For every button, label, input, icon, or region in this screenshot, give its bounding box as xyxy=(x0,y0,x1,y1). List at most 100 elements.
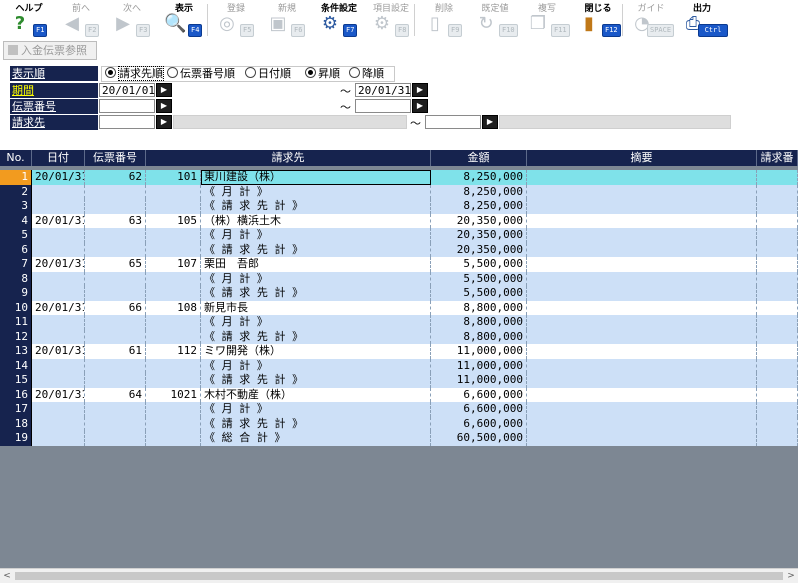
header-col-invoice[interactable]: 請求番 xyxy=(757,150,798,166)
cell-invoice xyxy=(757,213,798,228)
table-row[interactable]: 10 20/01/31 66 108 新見市長 8,800,000 xyxy=(0,300,798,315)
ascending-radio[interactable]: 昇順 xyxy=(305,67,340,81)
client-to-dropdown[interactable]: ▶ xyxy=(482,115,498,129)
table-row[interactable]: 9 《 請 求 先 計 》 5,500,000 xyxy=(0,286,798,301)
deposit-slip-view-label: 入金伝票参照 xyxy=(21,44,87,57)
header-col-memo[interactable]: 摘要 xyxy=(527,150,757,166)
toolbar-button-f7[interactable]: 条件設定 ⚙ F7 xyxy=(313,0,365,40)
table-row[interactable]: 17 《 月 計 》 6,600,000 xyxy=(0,402,798,417)
toolbar-button-f10[interactable]: 既定値 ↻ F10 xyxy=(469,0,521,40)
cell-client-code: 105 xyxy=(146,213,201,228)
sort-by-client-label: 請求先順 xyxy=(118,66,164,81)
cell-date xyxy=(32,329,85,344)
slip-to-input[interactable] xyxy=(355,99,411,113)
close-door-icon: ▮ xyxy=(584,13,594,34)
sort-options: 請求先順 伝票番号順 日付順 昇順 降順 xyxy=(101,66,395,82)
cell-date xyxy=(32,358,85,373)
cell-client-code: 108 xyxy=(146,300,201,315)
cell-date xyxy=(32,242,85,257)
table-row[interactable]: 16 20/01/31 64 1021 木村不動産（株） 6,600,000 xyxy=(0,387,798,402)
toolbar-button-f11[interactable]: 複写 ❐ F11 xyxy=(521,0,573,40)
toolbar-button-f4[interactable]: 表示 🔍 F4 xyxy=(158,0,210,40)
cell-date xyxy=(32,184,85,199)
cell-client-code xyxy=(146,358,201,373)
table-row[interactable]: 13 20/01/31 61 112 ミワ開発（株） 11,000,000 xyxy=(0,344,798,359)
slip-from-dropdown[interactable]: ▶ xyxy=(156,99,172,113)
sort-by-date-label: 日付順 xyxy=(258,67,291,80)
toolbar-button-f9[interactable]: 削除 ▯ F9 xyxy=(418,0,470,40)
sort-by-slip-radio[interactable]: 伝票番号順 xyxy=(167,67,235,81)
toolbar-button-ctrl-p[interactable]: 出力⎙Ctrl P xyxy=(676,0,728,45)
toolbar-button-space[interactable]: ガイド ◔ SPACE xyxy=(625,0,677,40)
client-to-input[interactable] xyxy=(425,115,481,129)
sort-by-client-radio[interactable]: 請求先順 xyxy=(105,66,164,81)
cell-amount: 8,800,000 xyxy=(431,315,527,330)
cell-slip-number xyxy=(85,228,146,243)
table-row[interactable]: 18 《 請 求 先 計 》 6,600,000 xyxy=(0,416,798,431)
client-from-input[interactable] xyxy=(99,115,155,129)
table-row[interactable]: 4 20/01/31 63 105 （株）横浜土木 20,350,000 xyxy=(0,213,798,228)
function-key-badge: F4 xyxy=(188,24,203,37)
table-row[interactable]: 19 《 総 合 計 》 60,500,000 xyxy=(0,431,798,446)
period-to-input[interactable]: 20/01/31 xyxy=(355,83,411,97)
table-row[interactable]: 8 《 月 計 》 5,500,000 xyxy=(0,271,798,286)
toolbar-button-f6[interactable]: 新規 ▣ F6 xyxy=(261,0,313,40)
trash-icon: ▯ xyxy=(430,13,440,34)
row-number: 17 xyxy=(0,402,32,417)
sort-by-slip-label: 伝票番号順 xyxy=(180,67,235,80)
toolbar-button-f3[interactable]: 次へ ▶ F3 xyxy=(106,0,158,40)
table-row[interactable]: 3 《 請 求 先 計 》 8,250,000 xyxy=(0,199,798,214)
toolbar-button-f8[interactable]: 項目設定 ⚙ F8 xyxy=(365,0,417,40)
table-row[interactable]: 5 《 月 計 》 20,350,000 xyxy=(0,228,798,243)
period-from-input[interactable]: 20/01/01 xyxy=(99,83,155,97)
table-row[interactable]: 15 《 請 求 先 計 》 11,000,000 xyxy=(0,373,798,388)
toolbar-button-f12[interactable]: 閉じる ▮ F12 xyxy=(572,0,624,40)
radio-empty-icon xyxy=(167,67,178,78)
slip-to-dropdown[interactable]: ▶ xyxy=(412,99,428,113)
header-col-date[interactable]: 日付 xyxy=(32,150,85,166)
cell-slip-number: 65 xyxy=(85,257,146,272)
table-row[interactable]: 2 《 月 計 》 8,250,000 xyxy=(0,184,798,199)
function-key-badge: F12 xyxy=(602,24,621,37)
cell-slip-number: 62 xyxy=(85,170,146,185)
cell-client-code xyxy=(146,402,201,417)
table-row[interactable]: 12 《 請 求 先 計 》 8,800,000 xyxy=(0,329,798,344)
cell-amount: 6,600,000 xyxy=(431,416,527,431)
cell-memo xyxy=(527,416,757,431)
cell-client-code: 112 xyxy=(146,344,201,359)
descending-radio[interactable]: 降順 xyxy=(349,67,384,81)
scroll-left-icon[interactable]: < xyxy=(0,569,14,583)
table-row[interactable]: 1 20/01/31 62 101 東川建設（株） 8,250,000 xyxy=(0,170,798,185)
function-key-badge: F10 xyxy=(499,24,518,37)
scroll-thumb[interactable] xyxy=(15,572,783,580)
cell-date xyxy=(32,199,85,214)
header-col-no[interactable]: No. xyxy=(0,150,32,166)
cell-date xyxy=(32,286,85,301)
horizontal-scrollbar[interactable]: < > xyxy=(0,568,798,583)
sort-by-date-radio[interactable]: 日付順 xyxy=(245,67,291,81)
cell-amount: 60,500,000 xyxy=(431,431,527,446)
function-key-badge: F5 xyxy=(240,24,255,37)
cell-amount: 8,800,000 xyxy=(431,300,527,315)
header-col-amount[interactable]: 金額 xyxy=(431,150,527,166)
toolbar-button-f1[interactable]: ヘルプ? F1 xyxy=(3,0,55,40)
cell-date: 20/01/31 xyxy=(32,257,85,272)
table-row[interactable]: 11 《 月 計 》 8,800,000 xyxy=(0,315,798,330)
cell-client-code: 101 xyxy=(146,170,201,185)
scroll-right-icon[interactable]: > xyxy=(784,569,798,583)
period-from-dropdown[interactable]: ▶ xyxy=(156,83,172,97)
cell-memo xyxy=(527,402,757,417)
header-col-slip[interactable]: 伝票番号 xyxy=(85,150,146,166)
period-to-dropdown[interactable]: ▶ xyxy=(412,83,428,97)
table-row[interactable]: 7 20/01/31 65 107 栗田 吾郎 5,500,000 xyxy=(0,257,798,272)
header-col-client[interactable]: 請求先 xyxy=(146,150,431,166)
toolbar-button-f2[interactable]: 前へ ◀ F2 xyxy=(55,0,107,40)
table-row[interactable]: 6 《 請 求 先 計 》 20,350,000 xyxy=(0,242,798,257)
deposit-slip-view-button[interactable]: 入金伝票参照 xyxy=(3,41,97,60)
toolbar-button-f5[interactable]: 登録 ◎ F5 xyxy=(210,0,262,40)
table-row[interactable]: 14 《 月 計 》 11,000,000 xyxy=(0,358,798,373)
slip-from-input[interactable] xyxy=(99,99,155,113)
cell-memo xyxy=(527,170,757,185)
client-from-dropdown[interactable]: ▶ xyxy=(156,115,172,129)
cell-client-name: 木村不動産（株） xyxy=(201,387,431,402)
